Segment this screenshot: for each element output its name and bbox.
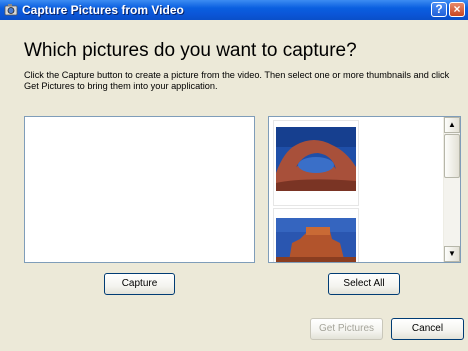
scroll-thumb[interactable]	[444, 134, 460, 178]
video-preview-pane[interactable]	[24, 116, 255, 263]
thumbnail-item[interactable]	[273, 120, 359, 206]
rock-arch-photo	[274, 121, 358, 205]
help-button[interactable]: ?	[431, 2, 447, 17]
thumbnail-list[interactable]: ▲ ▼	[268, 116, 461, 263]
scroll-up-arrow-icon[interactable]: ▲	[444, 117, 460, 133]
page-title: Which pictures do you want to capture?	[24, 40, 357, 61]
camera-icon	[4, 4, 18, 16]
help-icon: ?	[435, 2, 443, 16]
scroll-down-arrow-icon[interactable]: ▼	[444, 246, 460, 262]
close-button[interactable]: ×	[449, 2, 465, 17]
butte-photo	[274, 209, 358, 262]
capture-button[interactable]: Capture	[104, 273, 175, 295]
get-pictures-button[interactable]: Get Pictures	[310, 318, 383, 340]
instructions-text: Click the Capture button to create a pic…	[24, 70, 450, 91]
cancel-button[interactable]: Cancel	[391, 318, 464, 340]
title-bar[interactable]: Capture Pictures from Video ? ×	[0, 0, 468, 20]
thumbnail-scrollbar[interactable]: ▲ ▼	[443, 117, 460, 262]
window-title: Capture Pictures from Video	[22, 3, 184, 17]
select-all-button[interactable]: Select All	[328, 273, 400, 295]
close-icon: ×	[453, 2, 461, 16]
thumbnail-item[interactable]	[273, 208, 359, 262]
